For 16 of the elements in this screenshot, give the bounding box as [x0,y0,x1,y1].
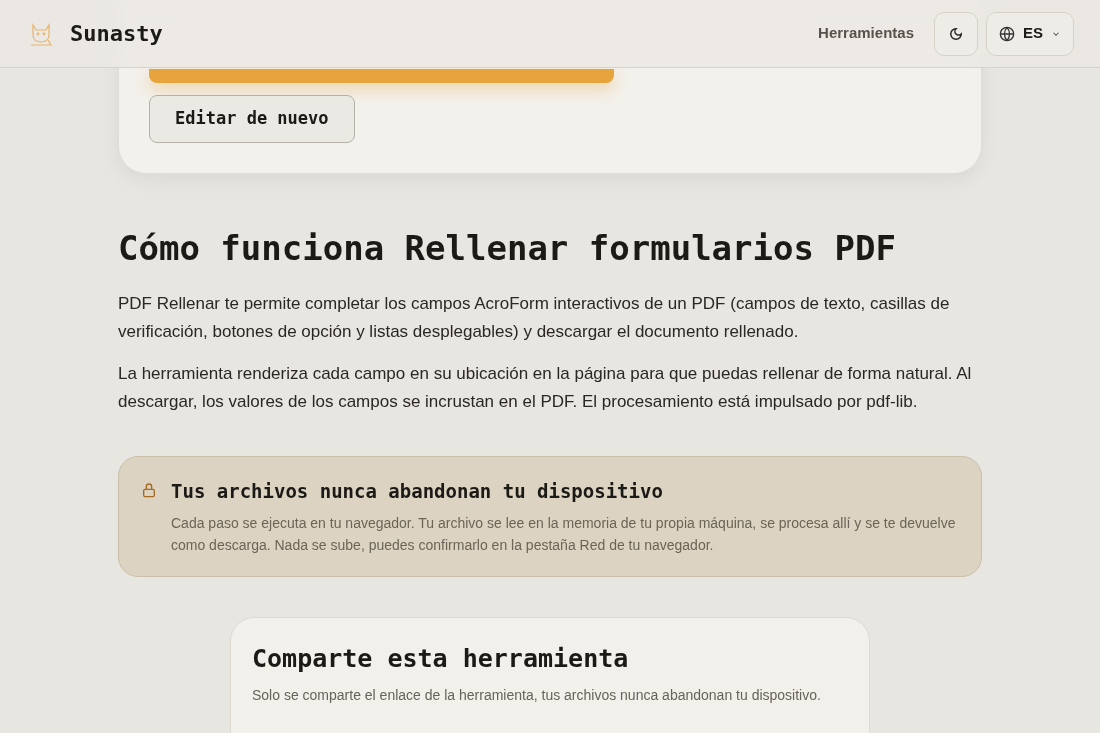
moon-icon [949,26,963,41]
notice-text: Cada paso se ejecuta en tu navegador. Tu archivo se lee en la memoria de tu propia máquina, se procesa allí y se te devuelve como descarga. Nada se sube, puedes confirmarlo en la pestaña Red de tu navegador. [171,513,957,555]
body-paragraph: PDF Rellenar te permite completar los campos AcroForm interactivos de un PDF (campos de texto, casillas de verificación, botones de opción y listas desplegables) y descargar el documento rellenado. [118,293,951,343]
language-select[interactable]: ES [986,11,1074,56]
theme-toggle-button[interactable] [934,11,978,56]
download-button[interactable] [149,69,614,83]
lock-icon [141,482,157,498]
tools-link[interactable]: Herramientas [818,22,914,45]
globe-icon [999,25,1015,42]
body-paragraph: La herramienta renderiza cada campo en su ubicación en la página para que puedas rellenar de forma natural. Al descargar, los valores de los campos se incrustan en el PDF. El procesamiento está impulsado por pdf-lib. [118,363,973,413]
share-title: Comparte esta herramienta [252,642,630,675]
brand-name[interactable]: Sunasty [70,17,163,50]
share-text: Solo se comparte el enlace de la herramienta, tus archivos nunca abandonan tu dispositivo. [252,686,822,705]
notice-title: Tus archivos nunca abandonan tu dispositivo [171,479,664,504]
section-heading: Cómo funciona Rellenar formularios PDF [118,227,897,270]
edit-again-button[interactable]: Editar de nuevo [149,95,355,143]
